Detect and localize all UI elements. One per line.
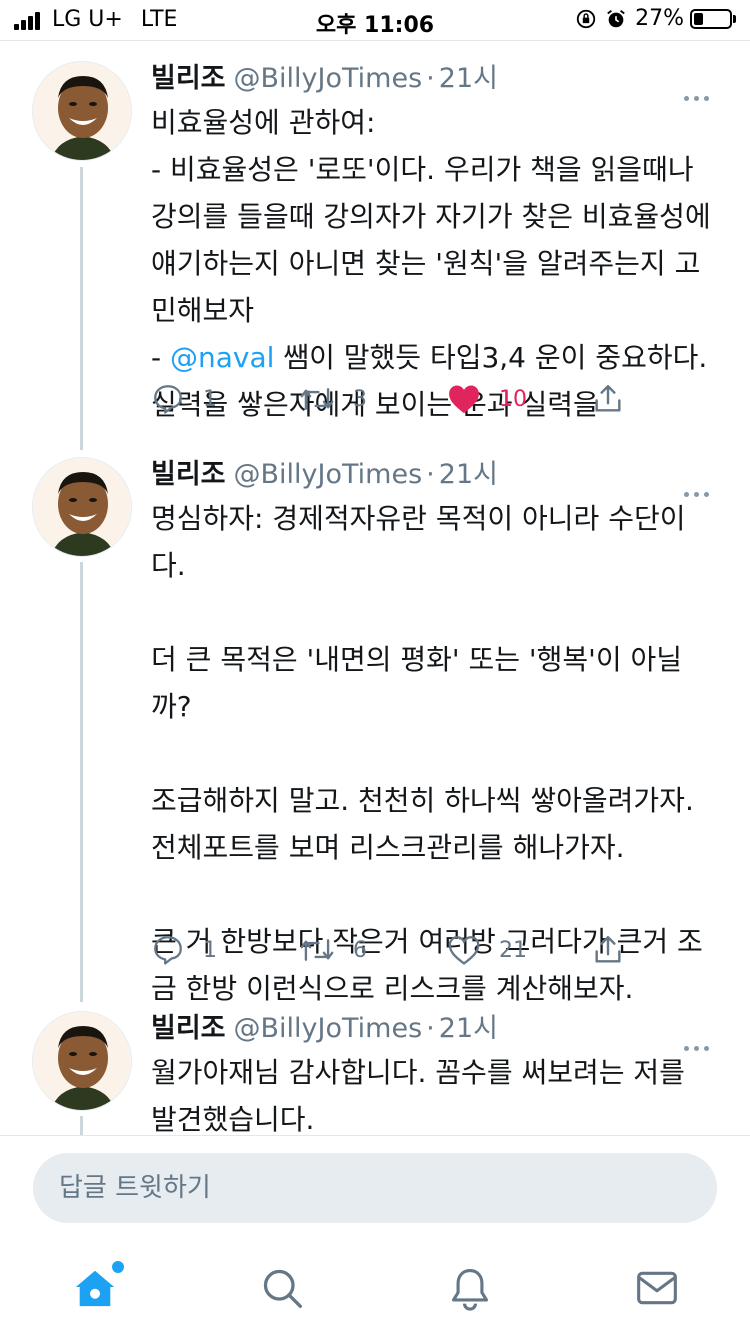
tab-messages[interactable]	[632, 1263, 682, 1313]
author-handle[interactable]: @BillyJoTimes	[234, 1013, 423, 1044]
avatar-portrait-icon	[33, 62, 131, 160]
author-name[interactable]: 빌리조	[151, 63, 226, 94]
alarm-icon	[607, 9, 625, 27]
tweet-actions: 1 6 21	[151, 930, 711, 970]
like-button[interactable]: 21	[447, 930, 527, 970]
tab-notifications[interactable]	[445, 1263, 495, 1313]
tweet-header: 빌리조 @BillyJoTimes · 21시	[151, 61, 720, 101]
reply-icon	[154, 936, 182, 965]
tweet-time: 21시	[438, 63, 498, 94]
tweet-time: 21시	[438, 1013, 498, 1044]
reply-button[interactable]: 1	[151, 930, 217, 970]
tab-home[interactable]	[70, 1261, 124, 1313]
tweet[interactable]: 빌리조 @BillyJoTimes · 21시 비효율성에 관하여: - 비효율성은 …	[0, 41, 750, 457]
reply-icon	[154, 385, 182, 414]
search-icon	[263, 1269, 302, 1308]
author-handle[interactable]: @BillyJoTimes	[234, 459, 423, 490]
home-icon	[75, 1270, 115, 1307]
tab-bar	[0, 1241, 750, 1335]
avatar-portrait-icon	[33, 458, 131, 556]
conversation-thread[interactable]: 빌리조 @BillyJoTimes · 21시 비효율성에 관하여: - 비효율성은 …	[0, 41, 750, 1135]
more-options-icon[interactable]	[684, 471, 714, 497]
avatar[interactable]	[32, 61, 132, 161]
messages-icon	[637, 1271, 677, 1305]
bottom-bar: 답글 트윗하기	[0, 1135, 750, 1335]
mention-link[interactable]: @naval	[170, 341, 274, 374]
reply-input[interactable]: 답글 트윗하기	[33, 1153, 717, 1223]
heart-outline-icon	[448, 936, 480, 965]
like-count: 10	[499, 386, 527, 412]
heart-filled-icon	[449, 385, 479, 414]
tweet-header: 빌리조 @BillyJoTimes · 21시	[151, 1011, 720, 1051]
retweet-count: 3	[353, 386, 367, 412]
battery-percent: 27%	[635, 6, 684, 31]
share-icon	[595, 936, 621, 963]
separator: ·	[426, 63, 435, 94]
reply-button[interactable]: 1	[151, 379, 217, 419]
notifications-icon	[451, 1269, 489, 1311]
share-button[interactable]	[591, 930, 625, 970]
retweet-count: 6	[353, 937, 367, 963]
author-handle[interactable]: @BillyJoTimes	[234, 63, 423, 94]
more-options-icon[interactable]	[684, 1025, 714, 1051]
like-count: 21	[499, 937, 527, 963]
tweet[interactable]: 빌리조 @BillyJoTimes · 21시 명심하자: 경제적자유란 목적이 아니…	[0, 437, 750, 1005]
reply-count: 1	[203, 937, 217, 963]
author-name[interactable]: 빌리조	[151, 1013, 226, 1044]
share-button[interactable]	[591, 379, 625, 419]
tweet[interactable]: 빌리조 @BillyJoTimes · 21시 월가아재님 감사합니다. 꼼수를 써보…	[0, 991, 750, 1135]
author-name[interactable]: 빌리조	[151, 459, 226, 490]
retweet-button[interactable]: 6	[299, 930, 367, 970]
separator: ·	[426, 459, 435, 490]
tweet-actions: 1 3 10	[151, 379, 711, 419]
avatar[interactable]	[32, 457, 132, 557]
share-icon	[595, 385, 621, 412]
retweet-button[interactable]: 3	[299, 379, 367, 419]
retweet-icon	[300, 939, 334, 961]
tweet-text: 월가아재님 감사합니다. 꼼수를 써보려는 저를 발견했습니다.	[151, 1056, 685, 1135]
reply-count: 1	[203, 386, 217, 412]
tweet-time: 21시	[438, 459, 498, 490]
separator: ·	[426, 1013, 435, 1044]
orientation-lock-icon	[576, 9, 596, 28]
status-bar: LG U+ LTE 오후 11:06 27%	[0, 0, 750, 40]
avatar-portrait-icon	[33, 1012, 131, 1110]
avatar[interactable]	[32, 1011, 132, 1111]
tweet-header: 빌리조 @BillyJoTimes · 21시	[151, 457, 720, 497]
more-options-icon[interactable]	[684, 75, 714, 101]
like-button[interactable]: 10	[447, 379, 527, 419]
tweet-text-part: 비효율성에 관하여: - 비효율성은 '로또'이다. 우리가 책을 읽을때나 강…	[151, 106, 711, 374]
new-content-badge	[112, 1261, 124, 1273]
battery-icon	[690, 8, 732, 29]
tab-search[interactable]	[257, 1263, 307, 1313]
retweet-icon	[300, 388, 334, 410]
